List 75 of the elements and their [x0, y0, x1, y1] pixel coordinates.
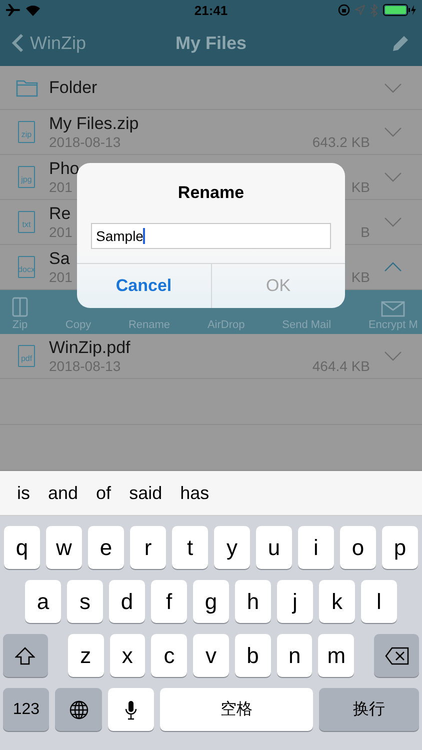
letter-key[interactable]: u: [256, 526, 292, 569]
letter-key[interactable]: x: [110, 634, 146, 677]
shift-icon: [15, 646, 36, 664]
letter-key[interactable]: y: [214, 526, 250, 569]
letter-key[interactable]: f: [151, 580, 187, 623]
rotation-lock-icon: [338, 4, 350, 16]
shift-key[interactable]: [3, 634, 48, 677]
chevron-icon[interactable]: [384, 127, 402, 137]
letter-key[interactable]: b: [234, 634, 271, 677]
letter-key[interactable]: z: [68, 634, 104, 677]
letter-key[interactable]: r: [130, 526, 166, 569]
microphone-key[interactable]: [108, 688, 154, 731]
letter-key[interactable]: h: [235, 580, 271, 623]
location-icon: [355, 5, 365, 15]
file-row[interactable]: Folder: [0, 66, 422, 110]
letter-key[interactable]: v: [193, 634, 229, 677]
file-name: My Files.zip: [49, 114, 140, 134]
folder-icon: [16, 78, 38, 96]
chevron-icon[interactable]: [384, 351, 402, 361]
clock: 21:41: [194, 2, 228, 18]
suggestion[interactable]: of: [87, 482, 120, 504]
file-name: WinZip.pdf: [49, 338, 132, 358]
file-name: Sa: [49, 248, 71, 268]
screen-title: My Files: [175, 32, 247, 54]
wifi-icon: [26, 4, 40, 16]
name-field[interactable]: Sample: [91, 223, 331, 249]
chevron-icon[interactable]: [384, 172, 402, 182]
bluetooth-icon: [370, 4, 378, 16]
suggestion[interactable]: has: [171, 482, 218, 504]
delete-key[interactable]: [374, 634, 419, 677]
letter-key[interactable]: n: [276, 634, 312, 677]
globe-icon: [68, 700, 89, 720]
file-icon: jpg: [18, 166, 35, 188]
letter-key[interactable]: d: [109, 580, 145, 623]
letter-key[interactable]: a: [25, 580, 61, 623]
pencil-icon[interactable]: [392, 34, 410, 52]
chevron-icon[interactable]: [384, 217, 402, 227]
letter-key[interactable]: j: [277, 580, 313, 623]
letter-key[interactable]: k: [319, 580, 355, 623]
letter-key[interactable]: q: [4, 526, 40, 569]
letter-key[interactable]: c: [151, 634, 188, 677]
back-chevron-icon: [12, 33, 24, 53]
chevron-icon[interactable]: [384, 262, 402, 272]
letter-key[interactable]: t: [172, 526, 208, 569]
letter-key[interactable]: o: [340, 526, 376, 569]
file-icon: zip: [18, 121, 35, 143]
letter-key[interactable]: p: [382, 526, 418, 569]
suggestion[interactable]: is: [8, 482, 39, 504]
suggestion[interactable]: said: [120, 482, 172, 504]
numbers-key[interactable]: 123: [3, 688, 50, 731]
letter-key[interactable]: i: [298, 526, 334, 569]
return-key[interactable]: 换行: [319, 688, 419, 731]
file-name: Pho: [49, 158, 80, 178]
suggestion[interactable]: and: [39, 482, 88, 504]
dialog-title: Rename: [176, 183, 246, 203]
dialog-button[interactable]: Cancel: [77, 264, 212, 308]
chevron-icon[interactable]: [384, 82, 402, 92]
file-icon: txt: [18, 211, 35, 233]
zip-icon: [12, 297, 28, 317]
envelope-icon: [381, 299, 406, 317]
letter-key[interactable]: e: [88, 526, 124, 569]
delete-icon: [384, 646, 409, 664]
microphone-icon: [125, 700, 138, 720]
space-key[interactable]: 空格: [160, 688, 314, 731]
file-name: Re: [49, 204, 72, 224]
file-name: Folder: [49, 78, 98, 98]
letter-key[interactable]: l: [361, 580, 397, 623]
letter-key[interactable]: w: [46, 526, 82, 569]
battery-icon: [383, 4, 417, 16]
letter-key[interactable]: s: [67, 580, 103, 623]
file-icon: pdf: [18, 345, 35, 367]
letter-key[interactable]: m: [318, 634, 354, 677]
letter-key[interactable]: g: [193, 580, 229, 623]
globe-key[interactable]: [55, 688, 102, 731]
airplane-icon: [5, 4, 21, 16]
